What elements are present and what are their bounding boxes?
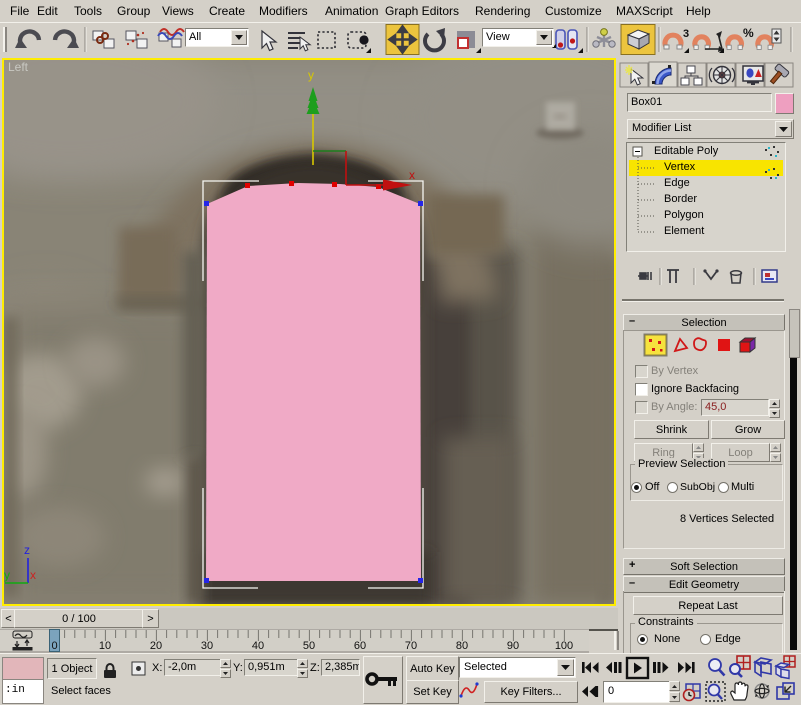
- svg-text:90: 90: [507, 640, 519, 652]
- svg-text:20: 20: [150, 640, 162, 652]
- svg-text:70: 70: [405, 640, 417, 652]
- svg-text:40: 40: [252, 640, 264, 652]
- svg-text:y: y: [308, 68, 314, 82]
- svg-text:0: 0: [51, 640, 57, 652]
- svg-text:60: 60: [354, 640, 366, 652]
- svg-text:x: x: [409, 168, 415, 182]
- svg-text:100: 100: [555, 640, 573, 652]
- svg-text:%: %: [743, 26, 754, 40]
- svg-text:Left: Left: [8, 60, 29, 74]
- svg-text:z: z: [24, 543, 30, 557]
- svg-text:y: y: [4, 568, 10, 582]
- svg-text:30: 30: [201, 640, 213, 652]
- svg-text:3: 3: [683, 28, 689, 40]
- svg-text:80: 80: [456, 640, 468, 652]
- svg-text:x: x: [30, 568, 36, 582]
- svg-text:50: 50: [303, 640, 315, 652]
- svg-text:10: 10: [99, 640, 111, 652]
